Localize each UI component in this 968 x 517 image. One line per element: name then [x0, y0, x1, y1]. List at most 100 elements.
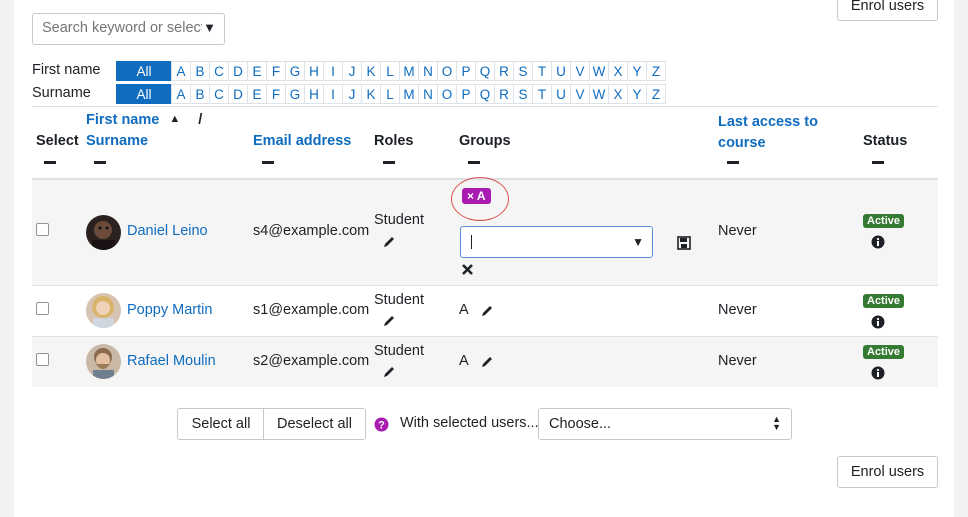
firstname-initial-q[interactable]: Q — [475, 61, 495, 81]
surname-initial-x[interactable]: X — [608, 84, 628, 104]
surname-initial-p[interactable]: P — [456, 84, 476, 104]
surname-initial-l[interactable]: L — [380, 84, 400, 104]
surname-initial-g[interactable]: G — [285, 84, 305, 104]
firstname-initial-p[interactable]: P — [456, 61, 476, 81]
firstname-initial-o[interactable]: O — [437, 61, 457, 81]
surname-initial-t[interactable]: T — [532, 84, 552, 104]
avatar-photo-icon — [92, 296, 114, 328]
user-name-link[interactable]: Daniel Leino — [127, 223, 208, 239]
sort-last-access-link[interactable]: Last access to course — [718, 114, 818, 151]
firstname-initial-a[interactable]: A — [171, 61, 191, 81]
surname-initial-u[interactable]: U — [551, 84, 571, 104]
surname-initial-f[interactable]: F — [266, 84, 286, 104]
info-icon[interactable] — [871, 366, 885, 380]
info-icon[interactable] — [871, 315, 885, 329]
user-name-link[interactable]: Poppy Martin — [127, 302, 212, 318]
firstname-initial-k[interactable]: K — [361, 61, 381, 81]
edit-roles-pencil-icon[interactable] — [382, 314, 396, 328]
edit-groups-pencil-icon[interactable] — [480, 355, 494, 369]
user-email: s4@example.com — [253, 223, 370, 239]
help-icon[interactable]: ? — [374, 417, 389, 432]
collapse-email-icon[interactable] — [262, 161, 274, 164]
dropdown-arrow-icon[interactable]: ▼ — [632, 235, 644, 249]
deselect-all-button[interactable]: Deselect all — [263, 408, 366, 440]
surname-initial-n[interactable]: N — [418, 84, 438, 104]
surname-initial-w[interactable]: W — [589, 84, 609, 104]
collapse-last-access-icon[interactable] — [727, 161, 739, 164]
group-chip-remove[interactable]: × A — [462, 188, 491, 204]
surname-initial-d[interactable]: D — [228, 84, 248, 104]
row-checkbox[interactable] — [36, 223, 49, 236]
firstname-initial-w[interactable]: W — [589, 61, 609, 81]
user-name-link[interactable]: Rafael Moulin — [127, 353, 216, 369]
select-all-label: Select all — [191, 416, 251, 432]
firstname-initial-x[interactable]: X — [608, 61, 628, 81]
select-all-button[interactable]: Select all — [177, 408, 265, 440]
divider — [32, 106, 938, 107]
dropdown-caret-icon[interactable]: ▼ — [203, 20, 216, 35]
enrol-users-button-bottom[interactable]: Enrol users — [837, 456, 938, 488]
firstname-initial-z[interactable]: Z — [646, 61, 666, 81]
sort-email-link[interactable]: Email address — [253, 133, 351, 149]
surname-initial-i[interactable]: I — [323, 84, 343, 104]
surname-initial-k[interactable]: K — [361, 84, 381, 104]
row-checkbox[interactable] — [36, 302, 49, 315]
surname-initial-z[interactable]: Z — [646, 84, 666, 104]
firstname-initial-r[interactable]: R — [494, 61, 514, 81]
firstname-initial-y[interactable]: Y — [627, 61, 647, 81]
collapse-roles-icon[interactable] — [383, 161, 395, 164]
collapse-status-icon[interactable] — [872, 161, 884, 164]
surname-initial-b[interactable]: B — [190, 84, 210, 104]
firstname-initial-j[interactable]: J — [342, 61, 362, 81]
sort-firstname-link[interactable]: First name — [86, 112, 159, 128]
surname-initial-m[interactable]: M — [399, 84, 419, 104]
firstname-initial-m[interactable]: M — [399, 61, 419, 81]
surname-initial-y[interactable]: Y — [627, 84, 647, 104]
bulk-action-select[interactable]: Choose... ▲ ▼ — [538, 408, 792, 440]
firstname-initial-c[interactable]: C — [209, 61, 229, 81]
surname-initial-a[interactable]: A — [171, 84, 191, 104]
firstname-initial-d[interactable]: D — [228, 61, 248, 81]
firstname-initial-g[interactable]: G — [285, 61, 305, 81]
firstname-initial-f[interactable]: F — [266, 61, 286, 81]
surname-initial-e[interactable]: E — [247, 84, 267, 104]
edit-groups-pencil-icon[interactable] — [480, 304, 494, 318]
search-input[interactable] — [42, 20, 202, 36]
row-checkbox[interactable] — [36, 353, 49, 366]
cancel-icon[interactable] — [461, 263, 474, 276]
surname-initial-q[interactable]: Q — [475, 84, 495, 104]
surname-initial-h[interactable]: H — [304, 84, 324, 104]
deselect-all-label: Deselect all — [277, 416, 352, 432]
firstname-initial-all[interactable]: All — [116, 61, 172, 81]
collapse-name-icon[interactable] — [94, 161, 106, 164]
surname-initial-v[interactable]: V — [570, 84, 590, 104]
collapse-groups-icon[interactable] — [468, 161, 480, 164]
surname-initial-o[interactable]: O — [437, 84, 457, 104]
group-autocomplete-input[interactable]: ▼ — [460, 226, 653, 258]
surname-initial-all[interactable]: All — [116, 84, 172, 104]
edit-roles-pencil-icon[interactable] — [382, 365, 396, 379]
surname-initial-r[interactable]: R — [494, 84, 514, 104]
firstname-initial-t[interactable]: T — [532, 61, 552, 81]
firstname-initial-h[interactable]: H — [304, 61, 324, 81]
firstname-initial-i[interactable]: I — [323, 61, 343, 81]
collapse-select-icon[interactable] — [44, 161, 56, 164]
firstname-initial-e[interactable]: E — [247, 61, 267, 81]
save-icon[interactable] — [677, 236, 691, 250]
surname-initial-c[interactable]: C — [209, 84, 229, 104]
edit-roles-pencil-icon[interactable] — [382, 235, 396, 249]
surname-initial-s[interactable]: S — [513, 84, 533, 104]
firstname-initial-v[interactable]: V — [570, 61, 590, 81]
firstname-initial-l[interactable]: L — [380, 61, 400, 81]
firstname-initial-u[interactable]: U — [551, 61, 571, 81]
info-icon[interactable] — [871, 235, 885, 249]
firstname-initial-b[interactable]: B — [190, 61, 210, 81]
enrol-users-button-top[interactable]: Enrol users — [837, 0, 938, 21]
search-filter[interactable]: ▼ — [32, 13, 225, 45]
svg-text:?: ? — [378, 420, 385, 432]
sort-surname-link[interactable]: Surname — [86, 133, 148, 149]
last-access: Never — [718, 302, 757, 318]
surname-initial-j[interactable]: J — [342, 84, 362, 104]
firstname-initial-n[interactable]: N — [418, 61, 438, 81]
firstname-initial-s[interactable]: S — [513, 61, 533, 81]
